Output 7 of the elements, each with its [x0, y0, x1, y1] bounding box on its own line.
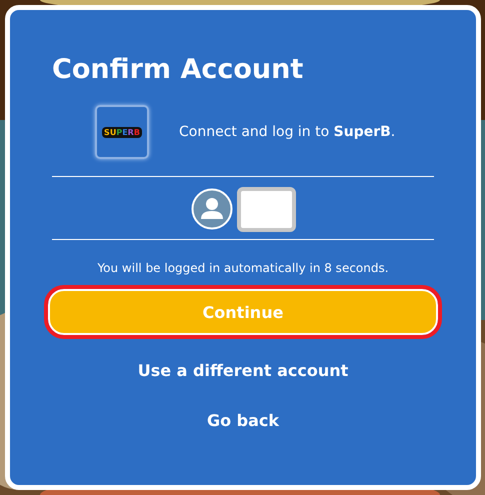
link-button[interactable]: Use a different account	[130, 357, 356, 384]
avatar-icon	[190, 188, 232, 230]
logo-text: SUPERB	[102, 126, 142, 138]
auto-login-notice: You will be logged in automatically in 8 seconds.	[96, 261, 390, 275]
link-button[interactable]: Go back	[198, 407, 288, 434]
connect-message: Connect and log in to SuperB.	[179, 124, 396, 140]
dialog-title: Confirm Account	[52, 53, 304, 87]
